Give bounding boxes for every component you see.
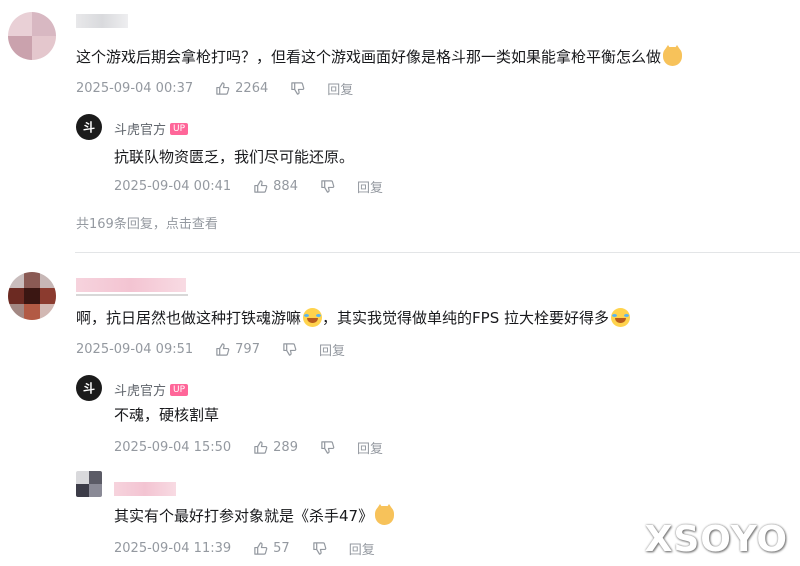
like-count: 57	[273, 540, 290, 556]
like-button[interactable]: 2264	[215, 81, 268, 96]
reply-content: 其实有个最好打参对象就是《杀手47》	[114, 504, 395, 526]
reply-time: 2025-09-04 00:41	[114, 178, 232, 194]
thumb-down-icon	[291, 81, 305, 95]
thumb-up-icon	[254, 440, 268, 454]
like-button[interactable]: 57	[253, 541, 290, 556]
thumb-down-icon	[321, 179, 335, 193]
user-avatar[interactable]	[8, 12, 56, 60]
laugh-cry-emoji-icon	[303, 308, 323, 327]
blurred-username[interactable]	[114, 482, 176, 496]
uploader-avatar[interactable]: 斗	[76, 375, 102, 401]
thumb-down-icon	[312, 541, 327, 555]
comment-time: 2025-09-04 00:37	[76, 80, 194, 96]
cat-emoji-icon	[663, 45, 683, 66]
up-badge: UP	[170, 122, 189, 135]
thumb-up-icon	[254, 541, 268, 555]
comment-meta: 2025-09-04 09:51 797 回复	[76, 339, 345, 359]
watermark: XSOYO	[644, 519, 788, 560]
reply-time: 2025-09-04 15:50	[114, 439, 232, 455]
reply-meta: 2025-09-04 00:41 884 回复	[114, 176, 383, 196]
reply-button[interactable]: 回复	[349, 539, 375, 558]
reply-button[interactable]: 回复	[357, 438, 383, 457]
thumb-down-icon	[283, 342, 297, 356]
thumb-down-icon	[321, 440, 335, 454]
reply-content: 不魂，硬核割草	[114, 406, 220, 424]
comment-content: 这个游戏后期会拿枪打吗？，但看这个游戏画面好像是格斗那一类如果能拿枪平衡怎么做	[76, 45, 683, 67]
dislike-button[interactable]	[320, 179, 335, 194]
comment-meta: 2025-09-04 00:37 2264 回复	[76, 78, 353, 98]
comment-divider	[75, 252, 800, 253]
reply-time: 2025-09-04 11:39	[114, 540, 232, 556]
like-button[interactable]: 797	[215, 342, 260, 357]
blurred-username[interactable]	[76, 14, 128, 28]
like-button[interactable]: 289	[253, 440, 298, 455]
reply-meta: 2025-09-04 11:39 57 回复	[114, 538, 375, 558]
reply-meta: 2025-09-04 15:50 289 回复	[114, 437, 383, 457]
like-count: 797	[235, 341, 260, 357]
user-avatar[interactable]	[8, 272, 56, 320]
username-underline	[76, 294, 188, 296]
uploader-avatar[interactable]: 斗	[76, 114, 102, 140]
reply-username[interactable]: 斗虎官方 UP	[114, 380, 189, 399]
cat-emoji-icon	[375, 504, 395, 525]
view-more-replies-link[interactable]: 共169条回复，点击查看	[76, 213, 218, 232]
reply-username[interactable]: 斗虎官方 UP	[114, 119, 189, 138]
dislike-button[interactable]	[320, 440, 335, 455]
like-count: 884	[273, 178, 298, 194]
up-badge: UP	[170, 383, 189, 396]
reply-button[interactable]: 回复	[319, 340, 345, 359]
dislike-button[interactable]	[282, 342, 297, 357]
thumb-up-icon	[254, 179, 268, 193]
thumb-up-icon	[216, 342, 230, 356]
like-button[interactable]: 884	[253, 179, 298, 194]
user-avatar[interactable]	[76, 471, 102, 497]
dislike-button[interactable]	[312, 541, 327, 556]
like-count: 2264	[235, 80, 269, 96]
laugh-cry-emoji-icon	[610, 308, 630, 327]
comment-content: 啊，抗日居然也做这种打铁魂游嘛 ，其实我觉得做单纯的FPS 拉大栓要好得多	[76, 308, 630, 328]
comment-time: 2025-09-04 09:51	[76, 341, 194, 357]
reply-button[interactable]: 回复	[357, 177, 383, 196]
reply-button[interactable]: 回复	[327, 79, 353, 98]
dislike-button[interactable]	[290, 81, 305, 96]
like-count: 289	[273, 439, 298, 455]
blurred-username[interactable]	[76, 278, 186, 292]
reply-content: 抗联队物资匮乏，我们尽可能还原。	[114, 148, 355, 166]
thumb-up-icon	[216, 81, 230, 95]
